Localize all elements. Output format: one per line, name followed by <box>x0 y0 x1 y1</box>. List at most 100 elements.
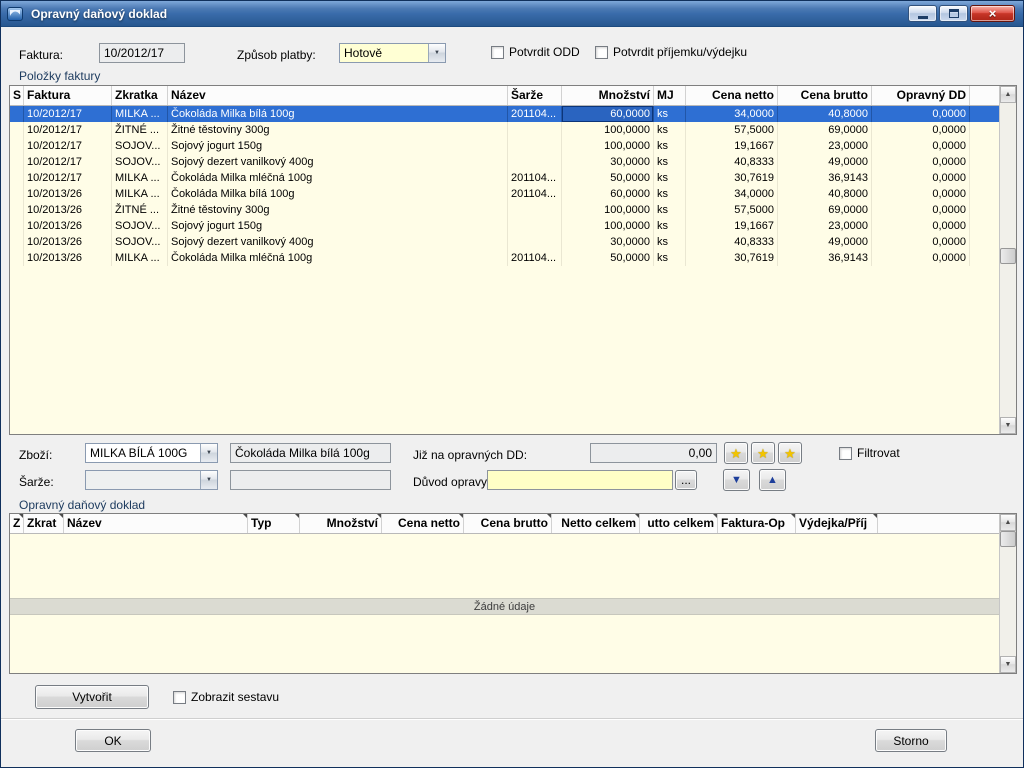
invoice-item-cell[interactable]: ks <box>654 138 686 154</box>
invoice-item-cell[interactable]: 0,0000 <box>872 218 970 234</box>
invoice-item-cell[interactable] <box>508 154 562 170</box>
invoice-item-cell[interactable] <box>10 202 24 218</box>
column-header[interactable]: Šarže <box>508 86 562 105</box>
invoice-item-cell[interactable]: 50,0000 <box>562 170 654 186</box>
invoice-item-cell[interactable]: Sojový dezert vanilkový 400g <box>168 154 508 170</box>
invoice-item-cell[interactable]: 49,0000 <box>778 234 872 250</box>
checkbox-zobrazit-sestavu[interactable]: Zobrazit sestavu <box>173 690 279 704</box>
invoice-item-cell[interactable]: ŽITNÉ ... <box>112 202 168 218</box>
invoice-item-cell[interactable] <box>10 250 24 266</box>
checkbox-box[interactable] <box>491 45 504 59</box>
invoice-item-cell[interactable]: 36,9143 <box>778 250 872 266</box>
ok-button[interactable]: OK <box>75 729 151 752</box>
invoice-item-cell[interactable]: Čokoláda Milka mléčná 100g <box>168 250 508 266</box>
invoice-item-cell[interactable]: ks <box>654 250 686 266</box>
invoice-item-cell[interactable] <box>508 218 562 234</box>
titlebar[interactable]: Opravný daňový doklad × <box>1 1 1023 27</box>
invoice-item-cell[interactable]: 30,7619 <box>686 250 778 266</box>
invoice-item-cell[interactable] <box>10 154 24 170</box>
invoice-item-cell[interactable]: ks <box>654 122 686 138</box>
payment-method-select[interactable]: Hotově ▼ <box>339 43 446 63</box>
invoice-item-cell[interactable]: SOJOV... <box>112 138 168 154</box>
invoice-item-cell[interactable]: Sojový jogurt 150g <box>168 138 508 154</box>
invoice-item-cell[interactable]: Čokoláda Milka bílá 100g <box>168 106 508 122</box>
invoice-item-cell[interactable]: 10/2012/17 <box>24 122 112 138</box>
column-header[interactable]: S <box>10 86 24 105</box>
invoice-item-cell[interactable] <box>10 218 24 234</box>
invoice-item-cell[interactable]: 0,0000 <box>872 234 970 250</box>
invoice-item-cell[interactable]: ks <box>654 202 686 218</box>
invoice-item-cell[interactable]: 23,0000 <box>778 138 872 154</box>
invoice-item-cell[interactable] <box>508 202 562 218</box>
invoice-item-cell[interactable] <box>508 234 562 250</box>
invoice-item-cell[interactable] <box>10 138 24 154</box>
column-header[interactable]: Množství <box>562 86 654 105</box>
invoice-item-cell[interactable]: 23,0000 <box>778 218 872 234</box>
minimize-button[interactable] <box>908 5 937 22</box>
duvod-browse-button[interactable]: ... <box>675 470 697 490</box>
invoice-item-row[interactable]: 10/2012/17 MILKA ... Čokoláda Milka mléčná… <box>10 170 999 186</box>
invoice-item-row[interactable]: 10/2012/17 MILKA ... Čokoláda Milka bílá 1… <box>10 106 999 122</box>
invoice-item-cell[interactable]: ks <box>654 186 686 202</box>
invoice-item-cell[interactable]: 30,7619 <box>686 170 778 186</box>
checkbox-potvrdit-odd[interactable]: Potvrdit ODD <box>491 45 580 59</box>
star-tool-button-3[interactable]: ★ <box>778 442 802 464</box>
items-grid-scrollbar[interactable]: ▲ ▼ <box>999 86 1016 434</box>
invoice-item-cell[interactable]: 0,0000 <box>872 170 970 186</box>
jiz-na-odd-field[interactable]: 0,00 <box>590 443 717 463</box>
invoice-item-cell[interactable]: 100,0000 <box>562 122 654 138</box>
invoice-item-cell[interactable]: ks <box>654 170 686 186</box>
invoice-item-cell[interactable]: 19,1667 <box>686 218 778 234</box>
invoice-item-cell[interactable]: MILKA ... <box>112 186 168 202</box>
invoice-item-cell[interactable]: 10/2012/17 <box>24 170 112 186</box>
scroll-up-button[interactable]: ▲ <box>1000 514 1016 531</box>
invoice-item-cell[interactable]: 100,0000 <box>562 202 654 218</box>
invoice-item-cell[interactable]: 201104... <box>508 170 562 186</box>
invoice-item-cell[interactable]: 0,0000 <box>872 154 970 170</box>
star-tool-button-1[interactable]: ★ <box>724 442 748 464</box>
invoice-item-cell[interactable]: SOJOV... <box>112 234 168 250</box>
close-button[interactable]: × <box>970 5 1015 22</box>
move-down-button[interactable]: ▼ <box>723 469 750 491</box>
invoice-item-row[interactable]: 10/2013/26 SOJOV... Sojový dezert vanilkov… <box>10 234 999 250</box>
faktura-input[interactable]: 10/2012/17 <box>99 43 185 63</box>
invoice-item-cell[interactable]: ŽITNÉ ... <box>112 122 168 138</box>
invoice-item-row[interactable]: 10/2013/26 ŽITNÉ ... Žitné těstoviny 300g 1… <box>10 202 999 218</box>
invoice-item-cell[interactable]: 0,0000 <box>872 138 970 154</box>
invoice-item-cell[interactable]: Čokoláda Milka mléčná 100g <box>168 170 508 186</box>
invoice-item-cell[interactable]: 0,0000 <box>872 106 970 122</box>
invoice-item-row[interactable]: 10/2012/17 SOJOV... Sojový jogurt 150g 100,… <box>10 138 999 154</box>
invoice-item-cell[interactable]: 19,1667 <box>686 138 778 154</box>
invoice-item-cell[interactable]: 34,0000 <box>686 106 778 122</box>
scrollbar-thumb[interactable] <box>1000 248 1016 264</box>
column-header[interactable]: Opravný DD <box>872 86 970 105</box>
move-up-button[interactable]: ▲ <box>759 469 786 491</box>
sarze-dropdown-button[interactable]: ▼ <box>200 471 217 489</box>
scroll-down-button[interactable]: ▼ <box>1000 417 1016 434</box>
invoice-item-cell[interactable]: 57,5000 <box>686 122 778 138</box>
column-header[interactable]: Název <box>168 86 508 105</box>
invoice-item-cell[interactable]: 40,8000 <box>778 186 872 202</box>
invoice-item-cell[interactable]: 10/2013/26 <box>24 218 112 234</box>
column-header[interactable]: Zkrat <box>24 514 64 533</box>
invoice-item-cell[interactable]: 50,0000 <box>562 250 654 266</box>
invoice-item-cell[interactable]: ks <box>654 154 686 170</box>
duvod-opravy-input[interactable] <box>487 470 673 490</box>
invoice-item-cell[interactable]: MILKA ... <box>112 250 168 266</box>
checkbox-potvrdit-prijemka[interactable]: Potvrdit příjemku/výdejku <box>595 45 747 59</box>
scroll-up-button[interactable]: ▲ <box>1000 86 1016 103</box>
invoice-item-cell[interactable]: SOJOV... <box>112 218 168 234</box>
invoice-item-cell[interactable]: 201104... <box>508 106 562 122</box>
invoice-item-cell[interactable]: 30,0000 <box>562 154 654 170</box>
column-header[interactable]: Cena brutto <box>778 86 872 105</box>
column-header[interactable]: Z <box>10 514 24 533</box>
invoice-item-cell[interactable]: 40,8333 <box>686 154 778 170</box>
invoice-item-cell[interactable] <box>508 138 562 154</box>
invoice-item-cell[interactable]: 0,0000 <box>872 250 970 266</box>
invoice-item-cell[interactable]: 0,0000 <box>872 186 970 202</box>
invoice-item-cell[interactable]: ks <box>654 106 686 122</box>
invoice-item-cell[interactable]: ks <box>654 234 686 250</box>
invoice-item-cell[interactable]: 0,0000 <box>872 122 970 138</box>
column-header[interactable]: MJ <box>654 86 686 105</box>
odd-grid-scrollbar[interactable]: ▲ ▼ <box>999 514 1016 673</box>
